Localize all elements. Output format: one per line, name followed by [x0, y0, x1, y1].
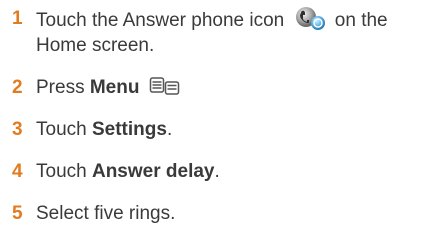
step-number: 2 — [12, 77, 23, 98]
step-number: 3 — [12, 119, 23, 140]
menu-icon — [149, 76, 181, 96]
step-bold-text: Answer delay — [91, 161, 215, 182]
instruction-steps: 1 Touch the Answer phone icon on the Hom… — [12, 6, 422, 243]
step-text: Touch the Answer phone icon — [36, 10, 285, 31]
step-text: . — [214, 161, 220, 182]
step-number: 4 — [12, 161, 23, 182]
step-text: . — [166, 119, 173, 140]
step-2: 2 Press Menu — [12, 75, 422, 100]
step-bold-text: Settings — [91, 119, 167, 140]
step-text: Select five rings. — [36, 203, 176, 224]
step-4: 4 Touch Answer delay. — [12, 159, 422, 184]
step-text: Press — [36, 77, 90, 98]
answer-phone-icon — [292, 6, 328, 32]
step-number: 5 — [12, 203, 23, 224]
step-bold-text: Menu — [89, 77, 140, 98]
step-number: 1 — [12, 8, 23, 29]
step-1: 1 Touch the Answer phone icon on the Hom… — [12, 6, 422, 58]
step-text: Touch — [36, 161, 92, 182]
step-5: 5 Select five rings. — [12, 201, 422, 226]
step-3: 3 Touch Settings. — [12, 117, 422, 142]
step-text: Touch — [36, 119, 92, 140]
